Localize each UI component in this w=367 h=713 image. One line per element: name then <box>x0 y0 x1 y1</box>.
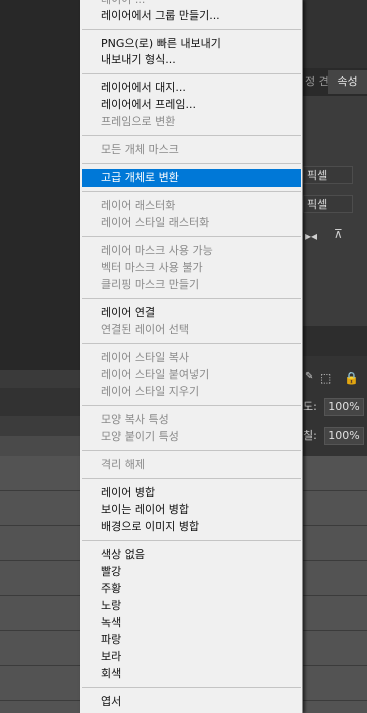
align-icon[interactable]: ⊼ <box>334 227 343 241</box>
menu-item-enable-layer-mask[interactable]: 레이어 마스크 사용 가능 <box>80 242 301 259</box>
panel-toolbar-strip <box>0 388 80 416</box>
menu-item-link-layers[interactable]: 레이어 연결 <box>80 304 301 321</box>
layer-row-divider <box>303 700 367 701</box>
menu-separator <box>82 236 301 237</box>
layer-row-divider <box>303 630 367 631</box>
menu-item-rasterize-layer[interactable]: 레이어 래스터화 <box>80 197 301 214</box>
layer-row-divider <box>0 630 80 631</box>
layer-row-divider <box>303 560 367 561</box>
menu-item-color-none[interactable]: 색상 없음 <box>80 546 301 563</box>
menu-item-rasterize-layer-style[interactable]: 레이어 스타일 래스터화 <box>80 214 301 231</box>
menu-item-color-orange[interactable]: 주황 <box>80 580 301 597</box>
menu-separator <box>82 450 301 451</box>
menu-item-flatten-image[interactable]: 배경으로 이미지 병합 <box>80 518 301 535</box>
menu-item-quick-export-png[interactable]: PNG으(로) 빠른 내보내기 <box>80 35 301 52</box>
menu-item-color-gray[interactable]: 회색 <box>80 665 301 682</box>
layers-list-left <box>0 456 80 713</box>
layers-list-right <box>303 456 367 713</box>
transform-icon[interactable]: ⬚ <box>320 371 331 385</box>
fill-label: 칠: <box>303 429 317 442</box>
tab-adjustments[interactable]: 정 견 <box>303 70 329 94</box>
menu-separator <box>82 478 301 479</box>
menu-separator <box>82 343 301 344</box>
menu-item-merge-visible[interactable]: 보이는 레이어 병합 <box>80 501 301 518</box>
menu-item-postcard[interactable]: 엽서 <box>80 693 301 710</box>
pin-icon[interactable]: ✎ <box>305 370 313 384</box>
right-panel-divider <box>303 326 367 356</box>
menu-item-export-as[interactable]: 내보내기 형식... <box>80 51 301 68</box>
flip-horizontal-icon[interactable]: ▸◂ <box>305 229 317 243</box>
layer-row-divider <box>0 490 80 491</box>
menu-separator <box>82 29 301 30</box>
menu-separator <box>82 135 301 136</box>
menu-item-color-blue[interactable]: 파랑 <box>80 631 301 648</box>
panel-header-strip <box>0 370 80 388</box>
menu-item-mask-all-objects[interactable]: 모든 개체 마스크 <box>80 141 301 158</box>
canvas-area <box>0 0 80 370</box>
menu-item-select-linked-layers[interactable]: 연결된 레이어 선택 <box>80 321 301 338</box>
menu-item-disable-vector-mask[interactable]: 벡터 마스크 사용 불가 <box>80 259 301 276</box>
menu-item-artboard-from-layers[interactable]: 레이어에서 대지... <box>80 79 301 96</box>
lock-icon[interactable]: 🔒 <box>344 371 359 385</box>
panel-options-strip-2 <box>0 436 80 456</box>
layer-row-divider <box>303 665 367 666</box>
opacity-label: 도: <box>303 400 317 413</box>
layer-context-menu: 레이어 ... 레이어에서 그룹 만들기... PNG으(로) 빠른 내보내기 … <box>80 0 303 713</box>
menu-separator <box>82 405 301 406</box>
menu-item-create-clipping-mask[interactable]: 클리핑 마스크 만들기 <box>80 276 301 293</box>
menu-item-convert-to-smart-object[interactable]: 고급 개체로 변환 <box>82 169 301 187</box>
menu-separator <box>82 687 301 688</box>
menu-item-copy-shape-attributes[interactable]: 모양 복사 특성 <box>80 411 301 428</box>
menu-item-paste-shape-attributes[interactable]: 모양 붙이기 특성 <box>80 428 301 445</box>
layer-row-divider <box>303 490 367 491</box>
layer-row-divider <box>303 595 367 596</box>
menu-separator <box>82 540 301 541</box>
layer-row-divider <box>0 665 80 666</box>
unit-field-1[interactable]: 픽셀 <box>303 166 353 184</box>
menu-item-paste-layer-style[interactable]: 레이어 스타일 붙여넣기 <box>80 366 301 383</box>
menu-separator <box>82 73 301 74</box>
menu-item-copy-layer-style[interactable]: 레이어 스타일 복사 <box>80 349 301 366</box>
layer-row-divider <box>0 525 80 526</box>
menu-item-merge-layers[interactable]: 레이어 병합 <box>80 484 301 501</box>
menu-item-color-green[interactable]: 녹색 <box>80 614 301 631</box>
layer-row-divider <box>0 560 80 561</box>
menu-item-group-from-layers[interactable]: 레이어에서 그룹 만들기... <box>80 7 301 24</box>
layer-row-divider <box>303 525 367 526</box>
menu-item-release-isolation[interactable]: 격리 해제 <box>80 456 301 473</box>
menu-item-clear-layer-style[interactable]: 레이어 스타일 지우기 <box>80 383 301 400</box>
menu-item-color-violet[interactable]: 보라 <box>80 648 301 665</box>
fill-input[interactable]: 100% <box>324 427 364 445</box>
right-panel-top <box>303 0 367 68</box>
menu-separator <box>82 191 301 192</box>
menu-separator <box>82 298 301 299</box>
menu-item-convert-to-frame[interactable]: 프레임으로 변환 <box>80 113 301 130</box>
menu-item-color-yellow[interactable]: 노랑 <box>80 597 301 614</box>
opacity-input[interactable]: 100% <box>324 398 364 416</box>
unit-field-2[interactable]: 픽셀 <box>303 195 353 213</box>
panel-options-strip <box>0 416 80 436</box>
tab-properties[interactable]: 속성 <box>328 70 367 94</box>
menu-separator <box>82 163 301 164</box>
menu-item-frame-from-layers[interactable]: 레이어에서 프레임... <box>80 96 301 113</box>
layer-row-divider <box>0 595 80 596</box>
menu-item-color-red[interactable]: 빨강 <box>80 563 301 580</box>
layer-row-divider <box>0 700 80 701</box>
